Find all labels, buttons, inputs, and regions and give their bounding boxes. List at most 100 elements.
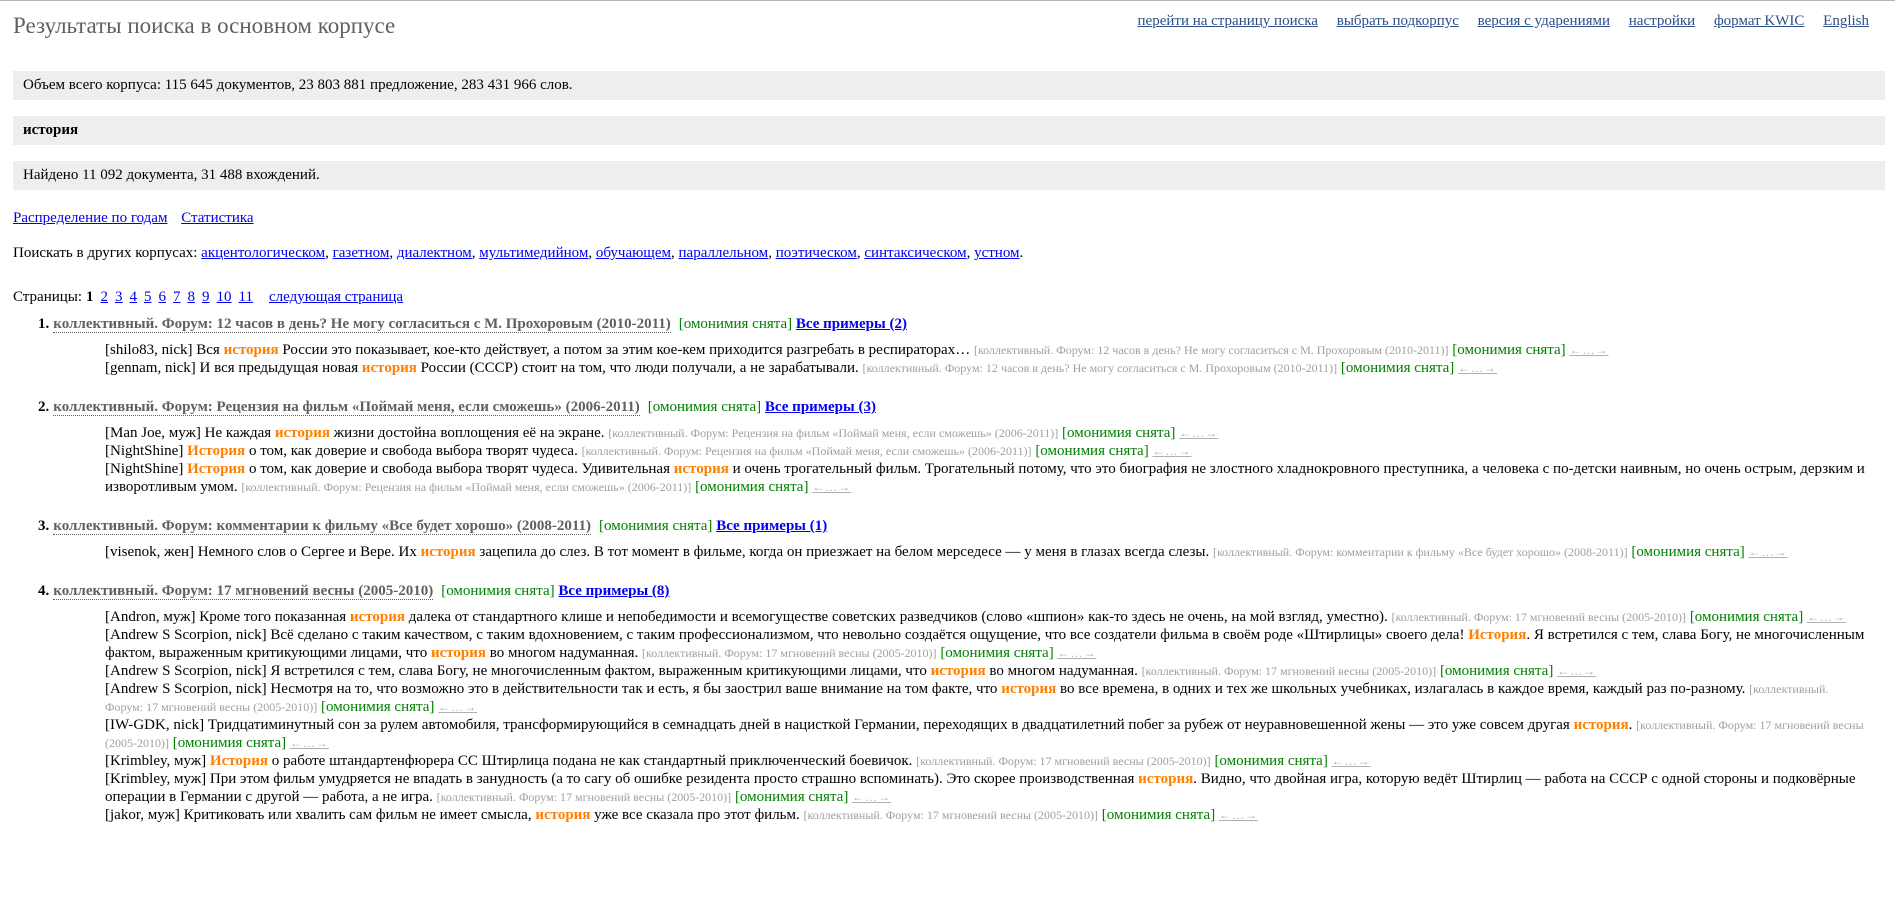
snippet-text: жизни достойна воплощения её на экране. (329, 425, 609, 441)
nav-settings-link[interactable]: настройки (1629, 13, 1695, 29)
snippet: [IW-GDK, nick] Тридцатиминутный сон за р… (105, 716, 1869, 752)
homonymy-label: [омонимия снята] (647, 399, 762, 415)
page-link[interactable]: 10 (217, 289, 232, 305)
snippet-text: зацепила до слез. В тот момент в фильме,… (475, 544, 1213, 560)
context-expand-link[interactable]: ←…→ (1458, 361, 1497, 375)
page: Результаты поиска в основном корпусе пер… (0, 1, 1895, 824)
snippet-text: [Krimbley, муж] (105, 753, 210, 769)
document-title[interactable]: коллективный. Форум: комментарии к фильм… (53, 518, 592, 535)
snippet: [shilo83, nick] Вся история России это п… (105, 341, 1869, 359)
corpus-link[interactable]: поэтическом (776, 245, 857, 261)
corpus-link[interactable]: параллельном (679, 245, 769, 261)
context-expand-link[interactable]: ←…→ (1569, 343, 1608, 357)
page-link[interactable]: 8 (188, 289, 196, 305)
all-examples-link[interactable]: Все примеры (1) (716, 518, 827, 534)
query-hit: история (274, 425, 330, 441)
snippets: [visenok, жен] Немного слов о Сергее и В… (105, 543, 1895, 561)
snippet-text: о том, как доверие и свобода выбора твор… (245, 461, 674, 477)
snippet-source: [коллективный. Форум: 17 мгновений весны… (916, 754, 1211, 768)
context-expand-link[interactable]: ←…→ (1749, 545, 1788, 559)
context-expand-link[interactable]: ←…→ (438, 700, 477, 714)
query-hit: история (349, 609, 405, 625)
year-distribution-link[interactable]: Распределение по годам (13, 210, 167, 226)
document-title[interactable]: коллективный. Форум: 17 мгновений весны … (53, 583, 434, 600)
snippet-text: [Andrew S Scorpion, nick] Несмотря на то… (105, 681, 1002, 697)
all-examples-link[interactable]: Все примеры (2) (796, 316, 907, 332)
document-title[interactable]: коллективный. Форум: 12 часов в день? Не… (53, 316, 671, 333)
snippet-text: [Man Joe, муж] Не каждая (105, 425, 275, 441)
nav-subcorpus-link[interactable]: выбрать подкорпус (1337, 13, 1459, 29)
query-hit: история (535, 807, 591, 823)
snippet-source: [коллективный. Форум: 17 мгновений весны… (1141, 664, 1437, 678)
snippet-text: [gennam, nick] И вся предыдущая новая (105, 360, 362, 376)
snippet-source: [коллективный. Форум: Рецензия на фильм … (241, 480, 692, 494)
all-examples-link[interactable]: Все примеры (8) (558, 583, 669, 599)
homonymy-label: [омонимия снята] (1035, 443, 1149, 459)
homonymy-label: [омонимия снята] (1101, 807, 1216, 823)
next-page-link[interactable]: следующая страница (269, 289, 403, 305)
context-expand-link[interactable]: ←…→ (1152, 444, 1191, 458)
document-result: 1. коллективный. Форум: 12 часов в день? … (38, 314, 1895, 377)
homonymy-label: [омонимия снята] (1631, 544, 1745, 560)
pagination-label: Страницы: (13, 289, 83, 305)
document-header: 3. коллективный. Форум: комментарии к фил… (38, 516, 1895, 537)
snippets: [Andron, муж] Кроме того показанная исто… (105, 608, 1895, 824)
corpus-link[interactable]: обучающем (596, 245, 671, 261)
corpus-link[interactable]: диалектном (397, 245, 472, 261)
corpus-link[interactable]: синтаксическом (864, 245, 966, 261)
page-link[interactable]: 11 (239, 289, 253, 305)
page-link[interactable]: 3 (115, 289, 123, 305)
context-expand-link[interactable]: ←…→ (852, 790, 891, 804)
snippet-text: [Andrew S Scorpion, nick] Всё сделано с … (105, 627, 1469, 643)
page-link[interactable]: 7 (173, 289, 181, 305)
corpus-link[interactable]: газетном (333, 245, 390, 261)
context-expand-link[interactable]: ←…→ (812, 480, 851, 494)
page-link[interactable]: 6 (159, 289, 167, 305)
query-hit: история (1573, 717, 1629, 733)
page-link[interactable]: 5 (144, 289, 152, 305)
query-hit: история (1138, 771, 1194, 787)
page-link[interactable]: 4 (130, 289, 138, 305)
top-navigation: перейти на страницу поиска выбрать подко… (1123, 13, 1869, 30)
context-expand-link[interactable]: ←…→ (1332, 754, 1371, 768)
context-expand-link[interactable]: ←…→ (1179, 426, 1218, 440)
context-expand-link[interactable]: ←…→ (290, 736, 329, 750)
snippet-text: России это показывает, кое-кто действует… (278, 342, 974, 358)
context-expand-link[interactable]: ←…→ (1807, 610, 1846, 624)
context-expand-link[interactable]: ←…→ (1557, 664, 1596, 678)
page-link[interactable]: 2 (101, 289, 109, 305)
all-examples-link[interactable]: Все примеры (3) (765, 399, 876, 415)
snippet-text: [Krimbley, муж] При этом фильм умудряетс… (105, 771, 1139, 787)
document-result: 4. коллективный. Форум: 17 мгновений весн… (38, 581, 1895, 824)
document-title[interactable]: коллективный. Форум: Рецензия на фильм «… (53, 399, 640, 416)
snippet-text: [NightShine] (105, 461, 188, 477)
nav-accent-version-link[interactable]: версия с ударениями (1478, 13, 1610, 29)
snippet-source: [коллективный. Форум: Рецензия на фильм … (608, 426, 1059, 440)
corpus-link[interactable]: мультимедийном (479, 245, 588, 261)
snippet-text: России (СССР) стоит на том, что люди пол… (416, 360, 863, 376)
snippet: [visenok, жен] Немного слов о Сергее и В… (105, 543, 1869, 561)
snippet-text: во многом надуманная. (486, 645, 643, 661)
snippet: [NightShine] История о том, как доверие … (105, 442, 1869, 460)
nav-english-link[interactable]: English (1823, 13, 1869, 29)
document-result: 2. коллективный. Форум: Рецензия на фильм… (38, 397, 1895, 496)
context-expand-link[interactable]: ←…→ (1057, 646, 1096, 660)
snippet-text: [visenok, жен] Немного слов о Сергее и В… (105, 544, 421, 560)
query-hit: история (1001, 681, 1057, 697)
context-expand-link[interactable]: ←…→ (1219, 808, 1258, 822)
homonymy-label: [омонимия снята] (441, 583, 555, 599)
corpus-link[interactable]: акцентологическом (201, 245, 325, 261)
nav-kwic-link[interactable]: формат KWIC (1714, 13, 1804, 29)
snippet-text: [jakor, муж] Критиковать или хвалить сам… (105, 807, 536, 823)
nav-search-page-link[interactable]: перейти на страницу поиска (1138, 13, 1318, 29)
query-hit: история (361, 360, 417, 376)
document-header: 4. коллективный. Форум: 17 мгновений весн… (38, 581, 1895, 602)
statistics-link[interactable]: Статистика (181, 210, 253, 226)
page-link[interactable]: 9 (202, 289, 210, 305)
query-hit: История (187, 443, 246, 459)
homonymy-label: [омонимия снята] (1062, 425, 1176, 441)
stats-links: Распределение по годам Статистика (13, 210, 1895, 227)
snippet-source: [коллективный. Форум: 12 часов в день? Н… (862, 361, 1338, 375)
corpus-link[interactable]: устном (974, 245, 1019, 261)
homonymy-label: [омонимия снята] (1452, 342, 1566, 358)
